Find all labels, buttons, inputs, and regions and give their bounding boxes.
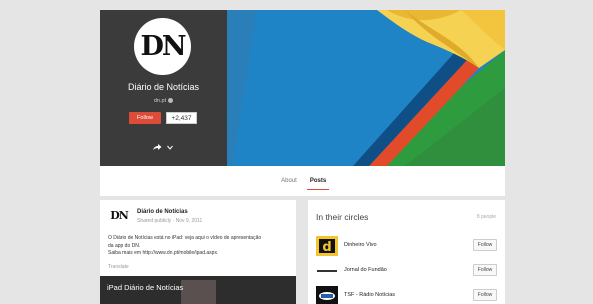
chevron-down-icon[interactable] bbox=[167, 145, 173, 150]
follower-count[interactable]: +2,437 bbox=[166, 112, 197, 124]
profile-url[interactable]: dn.pt bbox=[154, 98, 166, 104]
jornal-do-fundao-logo[interactable] bbox=[316, 261, 338, 281]
follow-button[interactable]: Follow bbox=[129, 112, 161, 124]
circles-card: In their circles 8 people d Dinheiro Viv… bbox=[308, 200, 505, 304]
cover-header: DN Diário de Notícias dn.pt Follow +2,43… bbox=[100, 10, 505, 166]
post-body: O Diário de Notícias está no iPad: veja … bbox=[108, 235, 292, 258]
profile-name: Diário de Notícias bbox=[127, 82, 200, 92]
list-item: TSF - Rádio Notícias Follow bbox=[316, 286, 497, 304]
circle-name[interactable]: Jornal do Fundão bbox=[344, 267, 387, 273]
tab-about[interactable]: About bbox=[277, 166, 301, 196]
profile-panel: DN Diário de Notícias dn.pt Follow +2,43… bbox=[100, 10, 227, 166]
post-text-line: Saiba mais em http://www.dn.pt/mobile/ip… bbox=[108, 250, 219, 256]
circle-name[interactable]: TSF - Rádio Notícias bbox=[344, 292, 395, 298]
video-thumbnail bbox=[181, 280, 216, 304]
cover-photo bbox=[227, 10, 505, 166]
verified-icon bbox=[168, 98, 174, 104]
translate-link[interactable]: Translate bbox=[108, 264, 129, 270]
profile-page: DN Diário de Notícias dn.pt Follow +2,43… bbox=[100, 10, 505, 304]
avatar-logo-text: DN bbox=[140, 31, 186, 62]
post-meta[interactable]: Shared publicly · Nov 9, 2011 bbox=[137, 218, 202, 224]
list-item: d Dinheiro Vivo Follow bbox=[316, 236, 497, 258]
profile-avatar[interactable]: DN bbox=[134, 18, 191, 75]
video-title: iPad Diário de Notícias bbox=[107, 283, 184, 292]
circles-title: In their circles bbox=[316, 212, 369, 222]
svg-text:d: d bbox=[322, 240, 331, 255]
post-text-line: O Diário de Notícias está no iPad: veja … bbox=[108, 235, 262, 241]
post-author-avatar[interactable]: DN bbox=[108, 208, 130, 222]
list-item: Jornal do Fundão Follow bbox=[316, 261, 497, 283]
profile-url-row: dn.pt bbox=[100, 98, 227, 104]
follow-button[interactable]: Follow bbox=[473, 264, 497, 276]
follow-button[interactable]: Follow bbox=[473, 289, 497, 301]
tsf-logo[interactable] bbox=[316, 286, 338, 304]
circles-count: 8 people bbox=[476, 214, 496, 220]
profile-tabs: About Posts bbox=[100, 166, 505, 196]
post-card: DN Diário de Notícias Shared publicly · … bbox=[100, 200, 296, 304]
share-icon[interactable] bbox=[152, 143, 162, 151]
video-preview[interactable]: iPad Diário de Notícias bbox=[100, 276, 296, 304]
post-author[interactable]: Diário de Notícias bbox=[137, 209, 188, 215]
circle-name[interactable]: Dinheiro Vivo bbox=[344, 242, 377, 248]
post-text-line: da app do DN. bbox=[108, 242, 141, 249]
tab-posts[interactable]: Posts bbox=[307, 166, 329, 196]
dinheiro-vivo-logo[interactable]: d bbox=[316, 236, 338, 256]
follow-button[interactable]: Follow bbox=[473, 239, 497, 251]
post-avatar-text: DN bbox=[110, 208, 129, 222]
